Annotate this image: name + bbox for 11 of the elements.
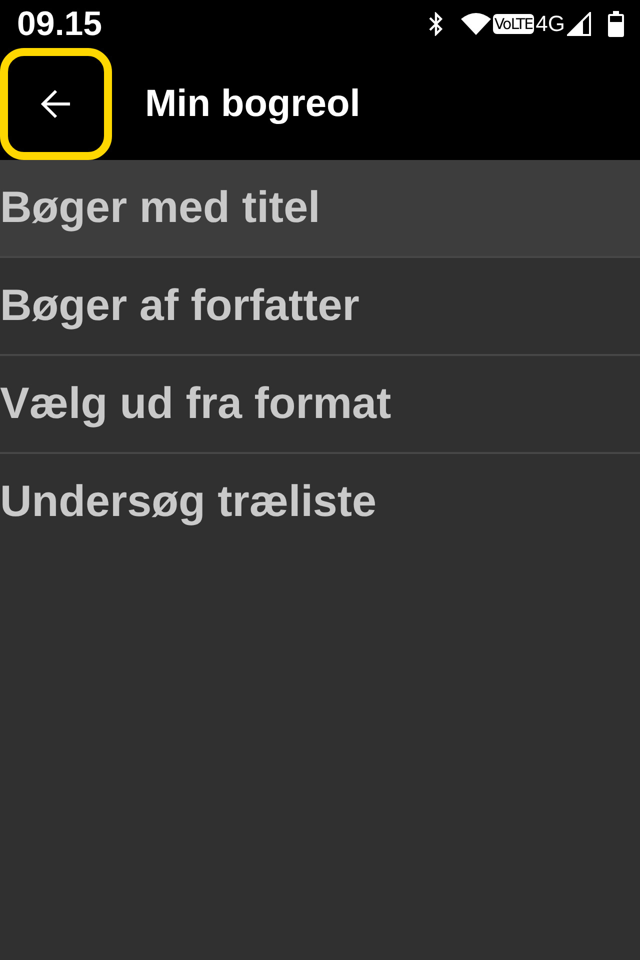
bluetooth-icon [429, 12, 444, 36]
wifi-icon [461, 13, 492, 35]
signal-icon [567, 12, 591, 36]
volte-badge: VoLTE [493, 14, 534, 34]
back-arrow-icon [41, 89, 71, 119]
battery-icon [608, 11, 624, 37]
back-button[interactable] [0, 48, 112, 160]
page-title: Min bogreol [145, 85, 360, 123]
network-type: 4G [536, 13, 565, 35]
status-time: 09.15 [17, 7, 102, 41]
menu-item[interactable]: Bøger med titel [0, 160, 640, 258]
